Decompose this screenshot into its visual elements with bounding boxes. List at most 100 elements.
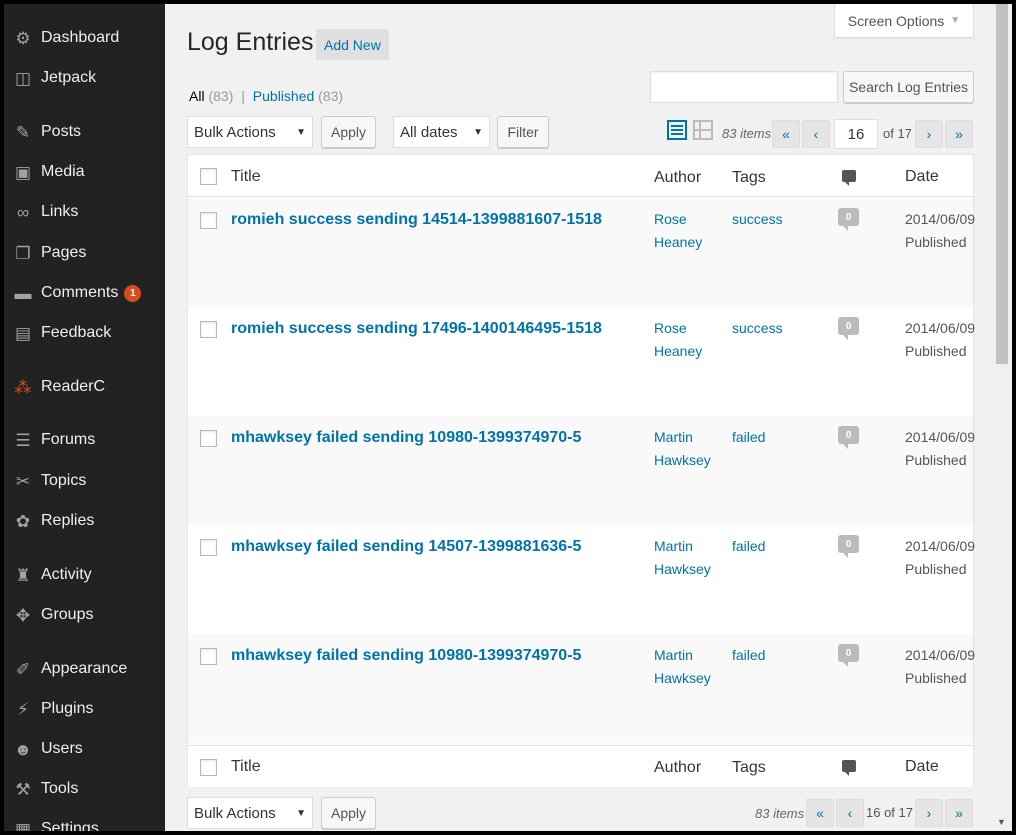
apply-button-bottom[interactable]: Apply [321, 797, 376, 829]
total-pages-text: of 17 [883, 126, 912, 141]
row-title-link[interactable]: mhawksey failed sending 14507-1399881636… [231, 538, 581, 556]
column-author: Author [654, 169, 702, 186]
sidebar-item-appearance[interactable]: ✐ Appearance [4, 652, 165, 686]
sidebar-item-label: Dashboard [41, 29, 120, 46]
bulk-actions-value: Bulk Actions [194, 123, 276, 141]
last-page-button-bottom[interactable]: » [945, 799, 973, 827]
row-checkbox[interactable] [200, 430, 217, 447]
screen-options-label: Screen Options [847, 12, 945, 29]
row-checkbox[interactable] [200, 648, 217, 665]
sidebar-item-dashboard[interactable]: ⚙ Dashboard [4, 21, 165, 55]
column-date[interactable]: Date [905, 168, 939, 186]
sidebar-item-label: Plugins [41, 700, 94, 717]
row-tag-link[interactable]: failed [732, 426, 765, 449]
sidebar-item-label: Posts [41, 123, 82, 140]
sidebar-item-plugins[interactable]: ⚡ Plugins [4, 692, 165, 726]
filter-published-link[interactable]: Published [253, 88, 315, 104]
bulk-actions-select[interactable]: Bulk Actions ▼ [187, 116, 313, 148]
select-all-checkbox[interactable] [200, 168, 217, 185]
sidebar-item-pages[interactable]: ❐ Pages [4, 236, 165, 270]
row-title-link[interactable]: romieh success sending 14514-1399881607-… [231, 211, 602, 229]
last-page-button[interactable]: » [945, 120, 973, 148]
forums-icon: ☰ [15, 430, 31, 450]
sidebar-item-settings[interactable]: ▦ Settings [4, 812, 165, 831]
filter-published-count: (83) [318, 88, 344, 104]
sidebar-item-replies[interactable]: ✿ Replies [4, 504, 165, 538]
vertical-scrollbar[interactable]: ▼ [992, 4, 1012, 831]
row-tag-link[interactable]: failed [732, 644, 765, 667]
filter-button[interactable]: Filter [497, 116, 549, 148]
comments-column-icon[interactable] [842, 170, 856, 186]
first-page-button[interactable]: « [772, 120, 800, 148]
dropdown-arrow-icon: ▼ [473, 126, 483, 138]
sidebar-item-media[interactable]: ▣ Media [4, 155, 165, 189]
comment-count-bubble[interactable]: 0 [838, 644, 859, 667]
column-title[interactable]: Title [231, 168, 261, 186]
comment-count-bubble[interactable]: 0 [838, 535, 859, 558]
prev-page-button[interactable]: ‹ [802, 120, 830, 148]
sidebar-item-comments[interactable]: ▬ Comments 1 [4, 276, 165, 310]
search-log-entries-button[interactable]: Search Log Entries [843, 71, 974, 103]
filter-all-link[interactable]: All [189, 88, 205, 104]
row-date: 2014/06/09 Published [905, 429, 976, 468]
search-input[interactable] [650, 71, 838, 103]
sidebar-item-users[interactable]: ☻ Users [4, 732, 165, 766]
row-title-link[interactable]: mhawksey failed sending 10980-1399374970… [231, 647, 581, 665]
dates-value: All dates [400, 123, 458, 141]
row-checkbox[interactable] [200, 539, 217, 556]
comments-column-icon[interactable] [842, 760, 856, 776]
sidebar-item-tools[interactable]: ⚒ Tools [4, 772, 165, 806]
readerc-icon: ⁂ [14, 377, 32, 397]
next-page-button[interactable]: › [915, 120, 943, 148]
row-author-link[interactable]: Rose Heaney [654, 317, 724, 363]
appearance-icon: ✐ [15, 659, 31, 679]
scroll-down-icon[interactable]: ▼ [997, 817, 1006, 827]
sidebar-item-activity[interactable]: ♜ Activity [4, 558, 165, 592]
row-tag-link[interactable]: failed [732, 535, 765, 558]
list-view-icon[interactable] [667, 120, 687, 140]
sidebar-item-groups[interactable]: ✥ Groups [4, 598, 165, 632]
groups-icon: ✥ [15, 605, 31, 625]
comment-count-bubble[interactable]: 0 [838, 208, 859, 231]
excerpt-view-icon[interactable] [693, 120, 713, 140]
column-title[interactable]: Title [231, 758, 261, 776]
bulk-actions-select-bottom[interactable]: Bulk Actions ▼ [187, 797, 313, 829]
add-new-button[interactable]: Add New [316, 29, 389, 60]
link-icon: ∞ [16, 202, 30, 222]
row-tag-link[interactable]: success [732, 317, 783, 340]
row-checkbox[interactable] [200, 321, 217, 338]
table-row: mhawksey failed sending 14507-1399881636… [188, 525, 975, 634]
sidebar-item-forums[interactable]: ☰ Forums [4, 423, 165, 457]
row-author-link[interactable]: Martin Hawksey [654, 644, 724, 690]
scrollbar-thumb[interactable] [996, 4, 1008, 364]
jetpack-icon: ◫ [14, 68, 32, 88]
sidebar-item-jetpack[interactable]: ◫ Jetpack [4, 61, 165, 95]
dates-select[interactable]: All dates ▼ [393, 116, 490, 148]
apply-button[interactable]: Apply [321, 116, 376, 148]
prev-page-button-bottom[interactable]: ‹ [836, 799, 864, 827]
row-checkbox[interactable] [200, 212, 217, 229]
row-title-link[interactable]: romieh success sending 17496-1400146495-… [231, 320, 602, 338]
screen-options-button[interactable]: Screen Options ▼ [834, 4, 974, 38]
select-all-checkbox[interactable] [200, 759, 217, 776]
row-title-link[interactable]: mhawksey failed sending 10980-1399374970… [231, 429, 581, 447]
row-author-link[interactable]: Martin Hawksey [654, 535, 724, 581]
first-page-button-bottom[interactable]: « [806, 799, 834, 827]
next-page-button-bottom[interactable]: › [915, 799, 943, 827]
current-page-input[interactable]: 16 [834, 119, 878, 149]
column-tags: Tags [732, 759, 766, 776]
table-row: mhawksey failed sending 10980-1399374970… [188, 416, 976, 525]
row-author-link[interactable]: Martin Hawksey [654, 426, 724, 472]
sidebar-item-posts[interactable]: ✎ Posts [4, 115, 165, 149]
sidebar-item-readerc[interactable]: ⁂ ReaderC [4, 370, 165, 404]
comment-count-bubble[interactable]: 0 [838, 317, 859, 340]
sidebar-item-topics[interactable]: ✂ Topics [4, 464, 165, 498]
comment-count-bubble[interactable]: 0 [838, 426, 859, 449]
dropdown-arrow-icon: ▼ [296, 126, 306, 138]
column-date[interactable]: Date [905, 758, 939, 776]
row-author-link[interactable]: Rose Heaney [654, 208, 724, 254]
row-tag-link[interactable]: success [732, 208, 783, 231]
sidebar-item-links[interactable]: ∞ Links [4, 195, 165, 229]
sidebar-item-feedback[interactable]: ▤ Feedback [4, 316, 165, 350]
dropdown-arrow-icon: ▼ [296, 807, 306, 819]
